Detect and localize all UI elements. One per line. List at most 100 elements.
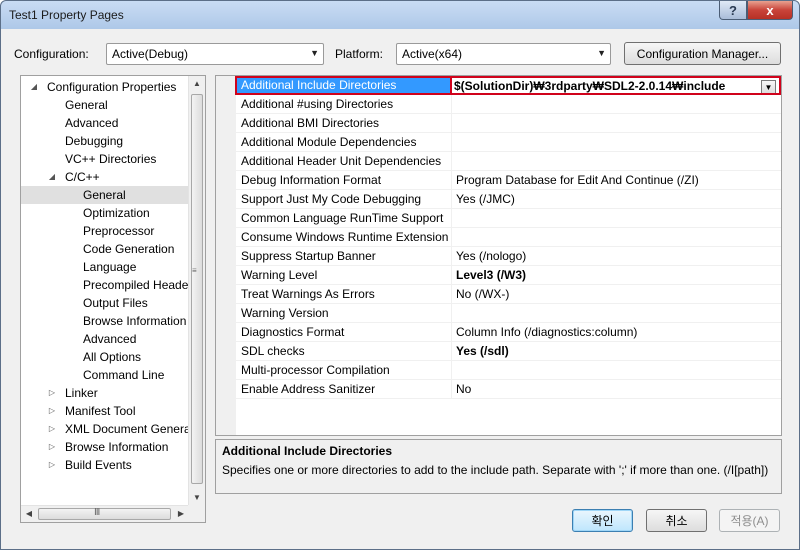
configuration-select[interactable]: Active(Debug) ▼ bbox=[106, 43, 324, 65]
description-panel: Additional Include Directories Specifies… bbox=[215, 439, 782, 494]
property-row[interactable]: Suppress Startup Banner Yes (/nologo) bbox=[236, 247, 781, 266]
configuration-manager-button[interactable]: Configuration Manager... bbox=[624, 42, 781, 65]
tree-item[interactable]: ◢ Configuration Properties bbox=[21, 78, 189, 96]
property-row[interactable]: Additional Include Directories $(Solution… bbox=[236, 76, 781, 95]
scroll-up-icon[interactable]: ▲ bbox=[189, 76, 205, 92]
property-value[interactable] bbox=[452, 361, 781, 380]
property-row[interactable]: Warning Version bbox=[236, 304, 781, 323]
tree-item[interactable]: ▷ XML Document Genera bbox=[21, 420, 189, 438]
property-name: Enable Address Sanitizer bbox=[236, 380, 452, 399]
property-row[interactable]: Debug Information Format Program Database… bbox=[236, 171, 781, 190]
dialog-client: Configuration: Active(Debug) ▼ Platform:… bbox=[7, 29, 795, 545]
tree-scroll-thumb[interactable] bbox=[191, 94, 203, 484]
property-row[interactable]: SDL checks Yes (/sdl) bbox=[236, 342, 781, 361]
expand-icon[interactable]: ▷ bbox=[47, 384, 57, 402]
property-value[interactable] bbox=[452, 152, 781, 171]
expand-icon[interactable]: ▷ bbox=[47, 438, 57, 456]
property-row[interactable]: Common Language RunTime Support bbox=[236, 209, 781, 228]
property-row[interactable]: Additional BMI Directories bbox=[236, 114, 781, 133]
ok-button[interactable]: 확인 bbox=[572, 509, 633, 532]
property-value[interactable] bbox=[452, 133, 781, 152]
tree-item[interactable]: ▷ Linker bbox=[21, 384, 189, 402]
tree-hscroll-thumb[interactable]: III bbox=[38, 507, 171, 520]
tree-item[interactable]: Output Files bbox=[21, 294, 189, 312]
tree-item[interactable]: Advanced bbox=[21, 114, 189, 132]
tree-item[interactable]: Browse Information bbox=[21, 312, 189, 330]
tree-item[interactable]: Preprocessor bbox=[21, 222, 189, 240]
tree-item[interactable]: ▷ Manifest Tool bbox=[21, 402, 189, 420]
property-name: Additional Module Dependencies bbox=[236, 133, 452, 152]
scroll-left-icon[interactable]: ◀ bbox=[21, 506, 37, 522]
tree-item[interactable]: Command Line bbox=[21, 366, 189, 384]
property-value[interactable]: Yes (/sdl) bbox=[452, 342, 781, 361]
property-row[interactable]: Treat Warnings As Errors No (/WX-) bbox=[236, 285, 781, 304]
tree-item[interactable]: Precompiled Heade bbox=[21, 276, 189, 294]
property-value[interactable]: No (/WX-) bbox=[452, 285, 781, 304]
property-name: Additional Include Directories bbox=[236, 76, 452, 95]
tree-item[interactable]: Advanced bbox=[21, 330, 189, 348]
dropdown-arrow-icon[interactable]: ▼ bbox=[761, 80, 776, 93]
description-title: Additional Include Directories bbox=[222, 444, 393, 458]
property-row[interactable]: Enable Address Sanitizer No bbox=[236, 380, 781, 399]
property-value[interactable]: Yes (/nologo) bbox=[452, 247, 781, 266]
title-bar[interactable]: Test1 Property Pages ? x bbox=[1, 1, 799, 29]
tree-item[interactable]: Optimization bbox=[21, 204, 189, 222]
tree-item-label: Advanced bbox=[83, 332, 137, 346]
property-row[interactable]: Multi-processor Compilation bbox=[236, 361, 781, 380]
platform-label: Platform: bbox=[335, 47, 384, 61]
tree-item[interactable]: General bbox=[21, 186, 189, 204]
cancel-button[interactable]: 취소 bbox=[646, 509, 707, 532]
tree-item[interactable]: Debugging bbox=[21, 132, 189, 150]
property-value[interactable]: No bbox=[452, 380, 781, 399]
tree-item-label: Browse Information bbox=[83, 314, 187, 328]
tree-item-label: General bbox=[65, 98, 108, 112]
tree-vertical-scrollbar[interactable]: ▲ ≡ ▼ bbox=[188, 76, 205, 506]
help-button[interactable]: ? bbox=[719, 1, 747, 20]
property-value[interactable]: Yes (/JMC) bbox=[452, 190, 781, 209]
property-value[interactable] bbox=[452, 304, 781, 323]
tree-item[interactable]: VC++ Directories bbox=[21, 150, 189, 168]
tree-item-label: Build Events bbox=[65, 458, 132, 472]
collapse-icon[interactable]: ◢ bbox=[29, 78, 39, 96]
property-value[interactable] bbox=[452, 209, 781, 228]
scroll-corner bbox=[188, 505, 205, 522]
configuration-value: Active(Debug) bbox=[112, 47, 189, 61]
property-row[interactable]: Additional #using Directories bbox=[236, 95, 781, 114]
property-name: Warning Version bbox=[236, 304, 452, 323]
property-row[interactable]: Additional Header Unit Dependencies bbox=[236, 152, 781, 171]
apply-button[interactable]: 적용(A) bbox=[719, 509, 780, 532]
property-row[interactable]: Support Just My Code Debugging Yes (/JMC) bbox=[236, 190, 781, 209]
expand-icon[interactable]: ▷ bbox=[47, 456, 57, 474]
tree-item-label: C/C++ bbox=[65, 170, 100, 184]
expand-icon[interactable]: ▷ bbox=[47, 420, 57, 438]
collapse-icon[interactable]: ◢ bbox=[47, 168, 57, 186]
property-value[interactable] bbox=[452, 95, 781, 114]
property-row[interactable]: Warning Level Level3 (/W3) bbox=[236, 266, 781, 285]
tree-item[interactable]: General bbox=[21, 96, 189, 114]
tree-item[interactable]: ▷ Build Events bbox=[21, 456, 189, 474]
property-value[interactable] bbox=[452, 114, 781, 133]
property-row[interactable]: Additional Module Dependencies bbox=[236, 133, 781, 152]
tree-item[interactable]: All Options bbox=[21, 348, 189, 366]
scroll-down-icon[interactable]: ▼ bbox=[189, 490, 205, 506]
close-button[interactable]: x bbox=[747, 1, 793, 20]
tree-item[interactable]: Code Generation bbox=[21, 240, 189, 258]
expand-icon[interactable]: ▷ bbox=[47, 402, 57, 420]
property-value[interactable]: Column Info (/diagnostics:column) bbox=[452, 323, 781, 342]
property-row[interactable]: Consume Windows Runtime Extension bbox=[236, 228, 781, 247]
property-value[interactable]: Program Database for Edit And Continue (… bbox=[452, 171, 781, 190]
tree-item[interactable]: ◢ C/C++ bbox=[21, 168, 189, 186]
tree-item[interactable]: ▷ Browse Information bbox=[21, 438, 189, 456]
property-grid[interactable]: Additional Include Directories $(Solution… bbox=[215, 75, 782, 436]
scroll-right-icon[interactable]: ▶ bbox=[173, 506, 189, 522]
tree-item[interactable]: Language bbox=[21, 258, 189, 276]
tree-horizontal-scrollbar[interactable]: ◀ III ▶ bbox=[21, 505, 205, 522]
property-value[interactable] bbox=[452, 228, 781, 247]
platform-select[interactable]: Active(x64) ▼ bbox=[396, 43, 611, 65]
close-icon: x bbox=[766, 2, 774, 18]
property-row[interactable]: Diagnostics Format Column Info (/diagnost… bbox=[236, 323, 781, 342]
chevron-down-icon: ▼ bbox=[597, 48, 606, 58]
property-value[interactable]: $(SolutionDir)₩3rdparty₩SDL2-2.0.14₩incl… bbox=[450, 76, 781, 95]
property-value[interactable]: Level3 (/W3) bbox=[452, 266, 781, 285]
category-tree[interactable]: ◢ Configuration Properties General Advanced… bbox=[20, 75, 206, 523]
